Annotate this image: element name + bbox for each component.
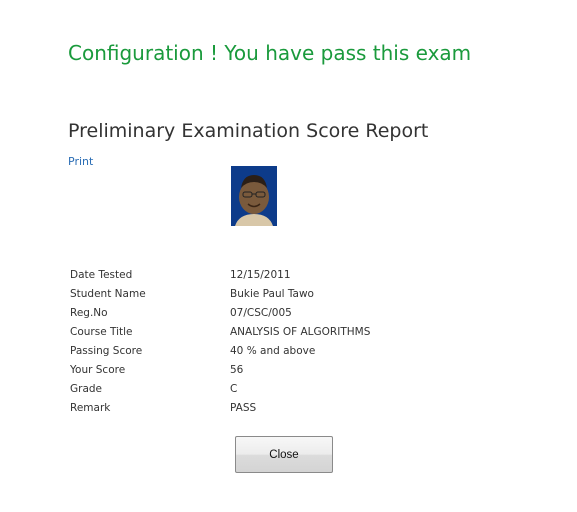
- detail-value: 56: [230, 364, 244, 376]
- detail-row-date-tested: Date Tested 12/15/2011: [70, 266, 370, 285]
- detail-row-student-name: Student Name Bukie Paul Tawo: [70, 285, 370, 304]
- detail-label: Course Title: [70, 326, 133, 338]
- detail-row-reg-no: Reg.No 07/CSC/005: [70, 304, 370, 323]
- detail-label: Your Score: [70, 364, 126, 376]
- print-link[interactable]: Print: [68, 155, 93, 169]
- report-title: Preliminary Examination Score Report: [68, 120, 429, 142]
- detail-value: ANALYSIS OF ALGORITHMS: [230, 326, 371, 338]
- detail-label: Remark: [70, 402, 111, 414]
- detail-label: Date Tested: [70, 269, 133, 281]
- detail-label: Passing Score: [70, 345, 143, 357]
- detail-value: C: [230, 383, 238, 395]
- detail-row-course-title: Course Title ANALYSIS OF ALGORITHMS: [70, 323, 370, 342]
- detail-value: 07/CSC/005: [230, 307, 292, 319]
- detail-row-grade: Grade C: [70, 380, 370, 399]
- detail-label: Student Name: [70, 288, 146, 300]
- detail-row-remark: Remark PASS: [70, 399, 370, 418]
- student-photo: [231, 166, 277, 226]
- detail-row-passing-score: Passing Score 40 % and above: [70, 342, 370, 361]
- score-details-table: Date Tested 12/15/2011 Student Name Buki…: [70, 266, 370, 418]
- detail-value: Bukie Paul Tawo: [230, 288, 314, 300]
- close-button[interactable]: Close: [235, 436, 333, 473]
- detail-label: Reg.No: [70, 307, 108, 319]
- detail-value: 40 % and above: [230, 345, 316, 357]
- pass-message: Configuration ! You have pass this exam: [68, 41, 472, 65]
- detail-value: PASS: [230, 402, 257, 414]
- detail-label: Grade: [70, 383, 103, 395]
- detail-value: 12/15/2011: [230, 269, 291, 281]
- detail-row-your-score: Your Score 56: [70, 361, 370, 380]
